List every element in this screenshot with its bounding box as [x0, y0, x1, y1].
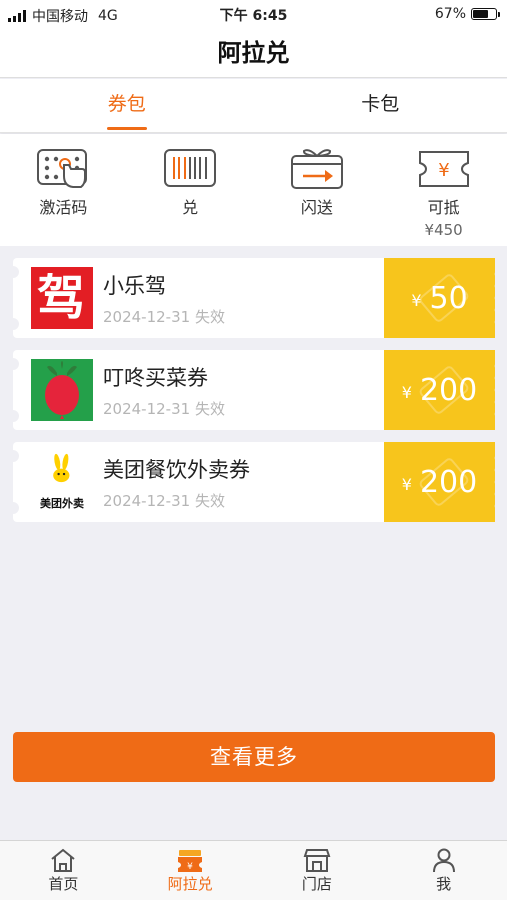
person-icon — [432, 848, 455, 873]
ticket-icon: ¥ — [178, 850, 203, 872]
barcode-icon — [164, 149, 217, 187]
status-bar: 中国移动 4G 下午 6:45 67% — [0, 0, 507, 28]
xiaolejia-logo: 驾 — [31, 267, 93, 329]
coupon-value: ¥ 50 — [384, 258, 495, 338]
tabbar-item-alaedui[interactable]: ¥ 阿拉兑 — [127, 841, 254, 900]
dingdong-logo — [31, 359, 93, 421]
nav-bar: 阿拉兑 — [0, 28, 507, 78]
logo-text: 驾 — [37, 270, 86, 326]
meituan-waimai-logo: 美团外卖 — [31, 451, 93, 513]
action-redeem[interactable]: 兑 — [127, 134, 254, 246]
coupon-value: ¥ 200 — [384, 350, 495, 430]
page-title: 阿拉兑 — [217, 39, 290, 67]
store-icon — [303, 849, 331, 872]
coupon-expiry: 2024-12-31 失效 — [103, 491, 225, 510]
action-deductible[interactable]: ¥ 可抵 ¥450 — [380, 134, 507, 246]
action-label: 激活码 — [39, 198, 88, 217]
coupon-expiry: 2024-12-31 失效 — [103, 399, 225, 418]
action-label: 闪送 — [300, 198, 333, 217]
action-activation-code[interactable]: 激活码 — [0, 134, 127, 246]
quick-actions: 激活码 兑 闪送 ¥ 可抵 ¥450 — [0, 134, 507, 246]
view-more-button[interactable]: 查看更多 — [13, 732, 495, 782]
coupon-name: 叮咚买菜券 — [103, 365, 208, 390]
gift-send-icon — [290, 149, 343, 189]
tabbar-label: 我 — [436, 875, 452, 893]
bottom-tab-bar: 首页 ¥ 阿拉兑 门店 我 — [0, 840, 507, 900]
coupon-body: 美团外卖 美团餐饮外卖券 2024-12-31 失效 — [7, 442, 384, 522]
svg-text:¥: ¥ — [438, 160, 449, 181]
kangaroo-icon — [53, 453, 70, 483]
tabbar-label: 阿拉兑 — [167, 875, 213, 893]
coupon-name: 美团餐饮外卖券 — [103, 457, 250, 482]
deductible-amount: ¥450 — [424, 221, 463, 239]
currency-symbol: ¥ — [401, 474, 412, 494]
coupon-expiry: 2024-12-31 失效 — [103, 307, 225, 326]
coupon-card[interactable]: 叮咚买菜券 2024-12-31 失效 ¥ 200 — [7, 350, 495, 430]
battery-percent: 67% — [434, 6, 466, 22]
logo-text: 美团外卖 — [40, 497, 84, 510]
tabbar-label: 首页 — [48, 875, 79, 893]
coupon-value: ¥ 200 — [384, 442, 495, 522]
currency-symbol: ¥ — [401, 382, 412, 402]
activation-code-icon — [37, 149, 88, 188]
coupon-body: 驾 小乐驾 2024-12-31 失效 — [7, 258, 384, 338]
coupon-name: 小乐驾 — [103, 273, 166, 298]
segment-tabs: 券包 卡包 — [0, 79, 507, 133]
tab-coupon-wallet[interactable]: 券包 — [0, 79, 254, 132]
action-flash-send[interactable]: 闪送 — [254, 134, 381, 246]
radish-icon — [45, 361, 79, 419]
coupon-card[interactable]: 驾 小乐驾 2024-12-31 失效 ¥ 50 — [7, 258, 495, 338]
tabbar-item-home[interactable]: 首页 — [0, 841, 127, 900]
battery-icon — [471, 8, 500, 20]
yen-ticket-icon: ¥ — [418, 151, 469, 187]
svg-text:¥: ¥ — [187, 862, 193, 872]
home-icon — [51, 848, 76, 872]
tab-card-wallet[interactable]: 卡包 — [254, 79, 507, 132]
action-label: 兑 — [182, 198, 199, 217]
ticket-watermark-icon — [419, 458, 469, 506]
action-label: 可抵 — [427, 198, 460, 217]
clock: 下午 6:45 — [219, 8, 288, 24]
coupon-list: 驾 小乐驾 2024-12-31 失效 ¥ 50 叮咚买菜券 2024-12-3… — [7, 258, 495, 534]
ticket-watermark-icon — [419, 366, 469, 414]
coupon-card[interactable]: 美团外卖 美团餐饮外卖券 2024-12-31 失效 ¥ 200 — [7, 442, 495, 522]
tabbar-label: 门店 — [301, 875, 332, 893]
tabbar-item-store[interactable]: 门店 — [254, 841, 381, 900]
tabbar-item-me[interactable]: 我 — [380, 841, 507, 900]
coupon-body: 叮咚买菜券 2024-12-31 失效 — [7, 350, 384, 430]
ticket-watermark-icon — [419, 274, 469, 322]
